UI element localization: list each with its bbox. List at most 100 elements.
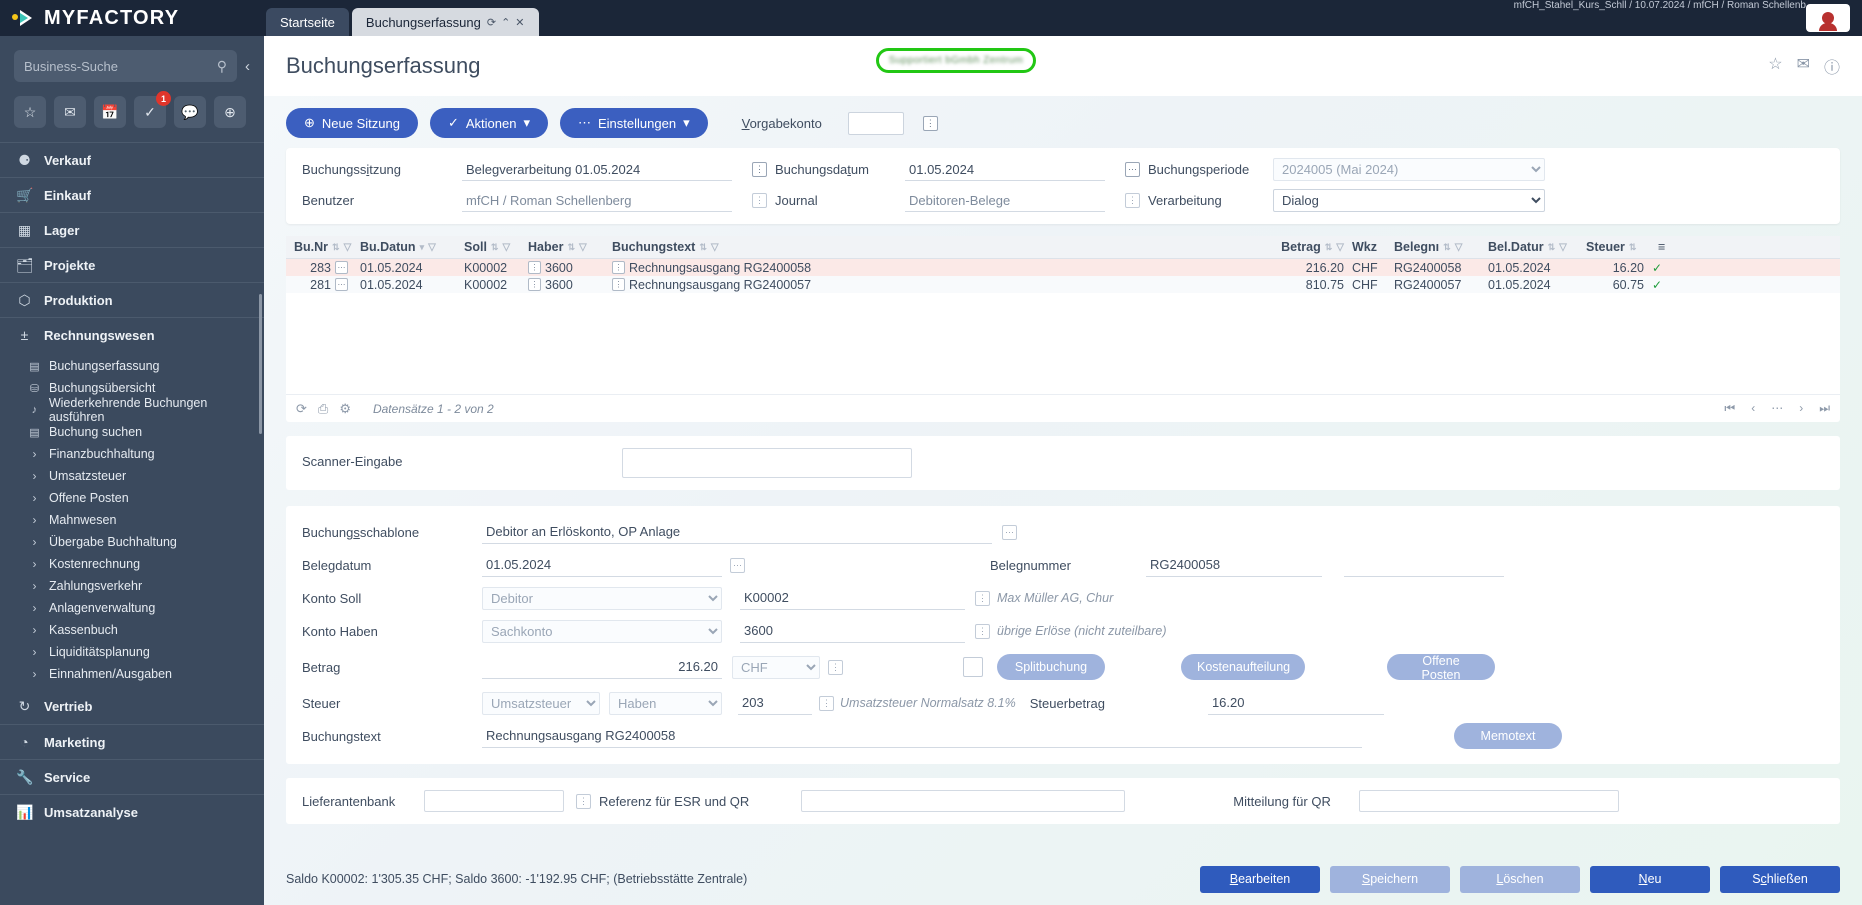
steuer-side-select[interactable]: Haben xyxy=(609,692,722,715)
waehrung-picker-icon[interactable]: ⋮ xyxy=(828,660,843,675)
column-header-haben[interactable]: Haber ⇅ ▽ xyxy=(520,240,604,254)
schliessen-button[interactable]: Schließen xyxy=(1720,866,1840,893)
row-detail-icon[interactable]: ⋯ xyxy=(335,278,348,291)
sidebar-item-rechnungswesen[interactable]: ± Rechnungswesen xyxy=(0,317,264,352)
sidebar-collapse-icon[interactable]: ‹ xyxy=(245,58,250,75)
kostenaufteilung-button[interactable]: Kostenaufteilung xyxy=(1181,654,1305,680)
avatar[interactable] xyxy=(1806,4,1850,32)
search-input[interactable] xyxy=(24,59,217,74)
sidebar-item-service[interactable]: 🔧 Service xyxy=(0,759,264,794)
calendar-icon[interactable]: 📅 xyxy=(94,96,126,128)
konto-haben-type-select[interactable]: Sachkonto xyxy=(482,620,722,643)
lieferantenbank-input[interactable] xyxy=(424,790,564,812)
steuer-picker-icon[interactable]: ⋮ xyxy=(819,696,834,711)
settings-button[interactable]: ⋯ Einstellungen ▾ xyxy=(560,108,708,138)
sidebar-item-buchungserfassung[interactable]: ▤ Buchungserfassung xyxy=(0,355,264,377)
sort-icon[interactable]: ⇅ xyxy=(1548,242,1556,253)
filter-icon[interactable]: ▽ xyxy=(579,242,587,253)
betrag-input[interactable] xyxy=(482,656,722,679)
sidebar-item-umsatzanalyse[interactable]: 📊 Umsatzanalyse xyxy=(0,794,264,829)
sidebar-item-lager[interactable]: ▦ Lager xyxy=(0,212,264,247)
konto-soll-picker-icon[interactable]: ⋮ xyxy=(975,591,990,606)
konto-soll-input[interactable] xyxy=(740,587,965,610)
sort-icon[interactable]: ▾ xyxy=(420,242,425,253)
buchungsdatum-input[interactable] xyxy=(905,158,1105,181)
sort-icon[interactable]: ⇅ xyxy=(1629,242,1637,253)
steuerbetrag-input[interactable] xyxy=(1208,692,1384,715)
filter-icon[interactable]: ▽ xyxy=(1559,242,1567,253)
favorite-star-icon[interactable]: ☆ xyxy=(1768,54,1782,78)
sidebar-item-finanzbuchhaltung[interactable]: › Finanzbuchhaltung xyxy=(0,443,264,465)
sidebar-item-zahlungsverkehr[interactable]: › Zahlungsverkehr xyxy=(0,575,264,597)
filter-icon[interactable]: ▽ xyxy=(1455,242,1463,253)
tab-close-icon[interactable]: ✕ xyxy=(515,16,524,29)
offene-posten-button[interactable]: Offene Posten xyxy=(1387,654,1495,680)
sidebar-scrollbar[interactable] xyxy=(259,294,262,434)
sidebar-item-umsatzsteuer[interactable]: › Umsatzsteuer xyxy=(0,465,264,487)
splitbuchung-button[interactable]: Splitbuchung xyxy=(997,654,1105,680)
sidebar-item-einnahmen-ausgaben[interactable]: › Einnahmen/Ausgaben xyxy=(0,663,264,685)
sidebar-item-vertrieb[interactable]: ↻ Vertrieb xyxy=(0,689,264,724)
tab-collapse-icon[interactable]: ⌃ xyxy=(501,16,510,29)
sort-icon[interactable]: ⇅ xyxy=(332,242,340,253)
loeschen-button[interactable]: Löschen xyxy=(1460,866,1580,893)
sort-icon[interactable]: ⇅ xyxy=(1443,242,1451,253)
vorgabekonto-picker-icon[interactable]: ⋮ xyxy=(923,116,938,131)
column-header-wkz[interactable]: Wkz xyxy=(1344,240,1386,254)
verarbeitung-picker-icon[interactable]: ⋮ xyxy=(1125,193,1140,208)
actions-button[interactable]: ✓ Aktionen ▾ xyxy=(430,108,548,138)
sidebar-item-kostenrechnung[interactable]: › Kostenrechnung xyxy=(0,553,264,575)
haben-detail-icon[interactable]: ⋮ xyxy=(528,278,541,291)
belegnummer-input[interactable] xyxy=(1146,554,1322,577)
settings-gear-icon[interactable]: ⚙ xyxy=(339,401,351,417)
column-options-icon[interactable]: ≡ xyxy=(1650,240,1674,254)
buchungsperiode-select[interactable]: 2024005 (Mai 2024) xyxy=(1273,158,1545,181)
filter-icon[interactable]: ▽ xyxy=(1336,242,1344,253)
filter-icon[interactable]: ▽ xyxy=(428,242,436,253)
column-header-beldatum[interactable]: Bel.Datur ⇅ ▽ xyxy=(1480,240,1578,254)
belegdatum-input[interactable] xyxy=(482,554,722,577)
konto-soll-type-select[interactable]: Debitor xyxy=(482,587,722,610)
buchungssitzung-input[interactable] xyxy=(462,158,732,181)
help-icon[interactable]: ⓘ xyxy=(1824,54,1840,78)
sidebar-item-wiederkehrende-buchungen[interactable]: ♪ Wiederkehrende Buchungen ausführen xyxy=(0,399,264,421)
tab-startseite[interactable]: Startseite xyxy=(266,8,349,36)
search-icon[interactable]: ⚲ xyxy=(217,58,227,75)
prev-page-button[interactable]: ‹ xyxy=(1751,401,1755,416)
column-header-budatum[interactable]: Bu.Datun ▾ ▽ xyxy=(352,240,456,254)
sidebar-item-produktion[interactable]: ⬡ Produktion xyxy=(0,282,264,317)
schablone-input[interactable] xyxy=(482,521,992,544)
tasks-icon[interactable]: ✓ 1 xyxy=(134,96,166,128)
sidebar-item-mahnwesen[interactable]: › Mahnwesen xyxy=(0,509,264,531)
column-header-bunr[interactable]: Bu.Nr ⇅ ▽ xyxy=(286,240,352,254)
brand-logo[interactable]: MYFACTORY xyxy=(0,7,264,30)
belegdatum-picker-icon[interactable]: ⋯ xyxy=(730,558,745,573)
column-header-buchungstext[interactable]: Buchungstext ⇅ ▽ xyxy=(604,240,1264,254)
print-icon[interactable]: ⎙ xyxy=(318,401,328,417)
schablone-picker-icon[interactable]: ⋯ xyxy=(1002,525,1017,540)
filter-icon[interactable]: ▽ xyxy=(711,242,719,253)
add-icon[interactable]: ⊕ xyxy=(214,96,246,128)
text-detail-icon[interactable]: ⋮ xyxy=(612,261,625,274)
column-header-steuer[interactable]: Steuer ⇅ xyxy=(1578,240,1650,254)
speichern-button[interactable]: Speichern xyxy=(1330,866,1450,893)
konto-haben-picker-icon[interactable]: ⋮ xyxy=(975,624,990,639)
filter-icon[interactable]: ▽ xyxy=(344,242,352,253)
betrag-extra-icon[interactable] xyxy=(963,657,983,677)
sidebar-item-buchung-suchen[interactable]: ▤ Buchung suchen xyxy=(0,421,264,443)
sort-icon[interactable]: ⇅ xyxy=(567,242,575,253)
notes-icon[interactable]: 💬 xyxy=(174,96,206,128)
column-header-belegnr[interactable]: Belegnı ⇅ ▽ xyxy=(1386,240,1480,254)
column-header-betrag[interactable]: Betrag ⇅ ▽ xyxy=(1264,240,1344,254)
steuer-code-input[interactable] xyxy=(738,692,812,715)
neu-button[interactable]: Neu xyxy=(1590,866,1710,893)
sidebar-item-anlagenverwaltung[interactable]: › Anlagenverwaltung xyxy=(0,597,264,619)
sidebar-item-projekte[interactable]: 🗂 Projekte xyxy=(0,247,264,282)
waehrung-select[interactable]: CHF xyxy=(732,656,820,679)
column-header-soll[interactable]: Soll ⇅ ▽ xyxy=(456,240,520,254)
sidebar-item-liquiditaetsplanung[interactable]: › Liquiditätsplanung xyxy=(0,641,264,663)
more-pages-button[interactable]: ⋯ xyxy=(1771,401,1783,416)
sort-icon[interactable]: ⇅ xyxy=(491,242,499,253)
sidebar-item-uebergabe-buchhaltung[interactable]: › Übergabe Buchhaltung xyxy=(0,531,264,553)
last-page-button[interactable]: ⏭ xyxy=(1819,401,1830,416)
